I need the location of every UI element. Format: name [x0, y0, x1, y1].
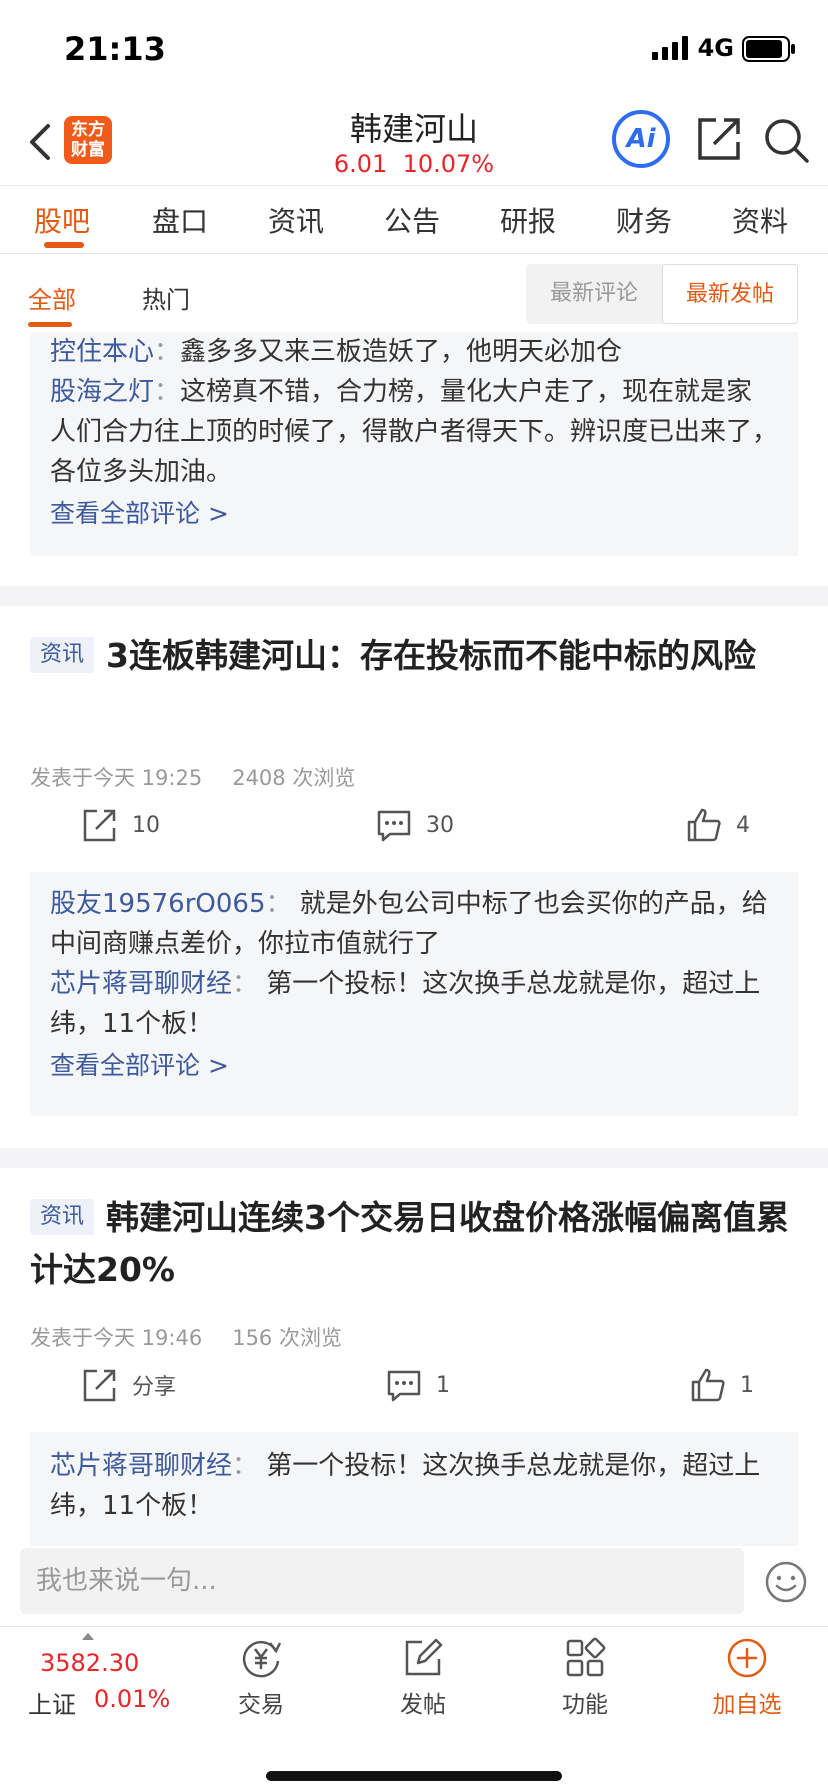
comment-user[interactable]: 芯片蒋哥聊财经 [50, 1451, 232, 1481]
comment-user[interactable]: 芯片蒋哥聊财经 [50, 969, 232, 999]
post-actions: 分享 1 1 [0, 1360, 828, 1410]
filter-hot[interactable]: 热门 [142, 280, 190, 315]
comment-item: 控住本心：鑫多多又来三板造妖了，他明天必加仓 [50, 337, 623, 367]
tab-pankou[interactable]: 盘口 [152, 200, 208, 240]
emoji-icon[interactable] [764, 1560, 808, 1604]
comment-user[interactable]: 控住本心 [50, 337, 154, 367]
comment-user[interactable]: 股友19576rO065 [50, 889, 266, 919]
trade-icon [242, 1641, 282, 1678]
home-indicator [266, 1771, 562, 1781]
post-meta: 发表于今天 19:46 156 次浏览 [30, 1322, 342, 1352]
comment-icon [377, 810, 411, 842]
network-type: 4G [697, 34, 734, 62]
view-all-comments[interactable]: 查看全部评论 > [50, 1046, 778, 1086]
comment-box: 股友19576rO065： 就是外包公司中标了也会买你的产品，给中间商赚点差价，… [30, 872, 798, 1116]
stock-header: 东方 财富 韩建河山 6.01 10.07% Ai [0, 100, 828, 186]
status-time: 21:13 [64, 30, 166, 68]
divider [0, 1148, 828, 1168]
tab-guba[interactable]: 股吧 [34, 200, 90, 240]
index-change[interactable]: 0.01% [94, 1685, 170, 1713]
nav-trade[interactable]: 交易 [206, 1637, 316, 1719]
bottom-nav: 3582.30 上证 0.01% 交易 发帖 功能 加自选 [0, 1626, 828, 1792]
view-all-comments[interactable]: 查看全部评论 > [50, 494, 778, 534]
post-views: 156 次浏览 [232, 1326, 342, 1350]
nav-functions[interactable]: 功能 [530, 1637, 640, 1719]
nav-post[interactable]: 发帖 [368, 1637, 478, 1719]
section-tabs: 股吧 盘口 资讯 公告 研报 财务 资料 [0, 186, 828, 254]
ai-button[interactable]: Ai [612, 110, 670, 168]
nav-add-watchlist[interactable]: 加自选 [692, 1637, 802, 1719]
share-icon [83, 1369, 116, 1402]
share-button[interactable]: 分享 [82, 1360, 176, 1410]
post-title[interactable]: 资讯 3连板韩建河山：存在投标而不能中标的风险 [30, 630, 798, 682]
sort-latest-comment[interactable]: 最新评论 [526, 264, 662, 324]
share-button[interactable]: 10 [82, 800, 160, 850]
comment-button[interactable]: 1 [386, 1360, 450, 1410]
comment-text: 鑫多多又来三板造妖了，他明天必加仓 [180, 337, 623, 367]
comment-box: 控住本心：鑫多多又来三板造妖了，他明天必加仓 股海之灯：这榜真不错，合力榜，量化… [30, 332, 798, 556]
add-circle-icon [727, 1638, 767, 1678]
post-time: 发表于今天 19:25 [30, 766, 203, 790]
edit-icon [405, 1638, 443, 1676]
post-views: 2408 次浏览 [232, 766, 356, 790]
post-time: 发表于今天 19:46 [30, 1326, 203, 1350]
status-bar: 21:13 4G [0, 0, 828, 100]
signal-icon [652, 36, 688, 60]
tab-news[interactable]: 资讯 [268, 200, 324, 240]
comment-user[interactable]: 股海之灯 [50, 377, 154, 407]
comment-box: 芯片蒋哥聊财经： 第一个投标！这次换手总龙就是你，超过上纬，11个板！ [30, 1432, 798, 1546]
comment-item: 芯片蒋哥聊财经： 第一个投标！这次换手总龙就是你，超过上纬，11个板！ [50, 1451, 761, 1521]
filter-underline [28, 322, 72, 327]
like-button[interactable]: 1 [690, 1360, 754, 1410]
comment-item: 芯片蒋哥聊财经： 第一个投标！这次换手总龙就是你，超过上纬，11个板！ [50, 969, 761, 1039]
comment-button[interactable]: 30 [376, 800, 454, 850]
post-meta: 发表于今天 19:25 2408 次浏览 [30, 762, 355, 792]
sort-segment: 最新评论 最新发帖 [526, 264, 798, 324]
battery-icon [742, 36, 795, 62]
comment-item: 股友19576rO065： 就是外包公司中标了也会买你的产品，给中间商赚点差价，… [50, 889, 768, 959]
share-icon[interactable] [696, 116, 742, 162]
post-badge: 资讯 [30, 1199, 95, 1235]
comment-input-bar: 我也来说一句... [0, 1546, 828, 1626]
divider [0, 586, 828, 606]
comment-item: 股海之灯：这榜真不错，合力榜，量化大户走了，现在就是家人们合力往上顶的时候了，得… [50, 377, 779, 487]
share-icon [83, 809, 116, 842]
search-icon[interactable] [762, 116, 810, 164]
post-title[interactable]: 资讯 韩建河山连续3个交易日收盘价格涨幅偏离值累计达20% [30, 1192, 798, 1296]
filter-all[interactable]: 全部 [28, 280, 76, 315]
grid-icon [566, 1637, 606, 1677]
like-button[interactable]: 4 [686, 800, 750, 850]
post-badge: 资讯 [30, 637, 95, 673]
index-value[interactable]: 3582.30 [40, 1649, 139, 1677]
comment-input[interactable]: 我也来说一句... [20, 1548, 744, 1614]
sub-filter: 全部 热门 最新评论 最新发帖 [0, 254, 828, 332]
tab-finance[interactable]: 财务 [616, 200, 672, 240]
tab-research[interactable]: 研报 [500, 200, 556, 240]
caret-up-icon[interactable] [82, 1633, 94, 1640]
stock-price: 6.01 [333, 150, 388, 178]
post-actions: 10 30 4 [0, 800, 828, 850]
sort-latest-post[interactable]: 最新发帖 [662, 264, 798, 324]
stock-change: 10.07% [402, 150, 495, 178]
comment-icon [387, 1370, 421, 1402]
tab-underline [44, 242, 84, 248]
thumbs-up-icon [687, 808, 721, 842]
tab-profile[interactable]: 资料 [732, 200, 788, 240]
thumbs-up-icon [691, 1368, 725, 1402]
tab-announcements[interactable]: 公告 [384, 200, 440, 240]
index-name[interactable]: 上证 [28, 1685, 76, 1720]
